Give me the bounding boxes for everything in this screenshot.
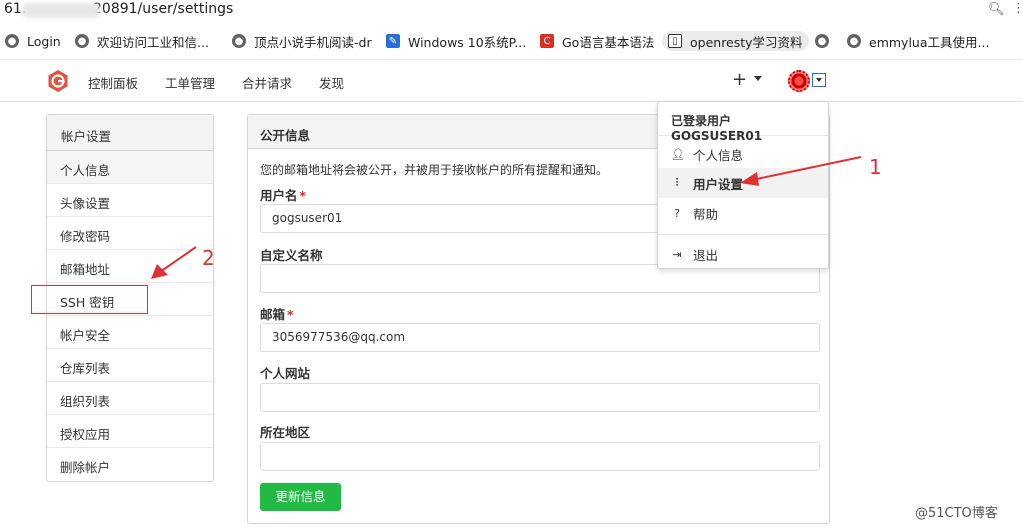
- email-input[interactable]: 3056977536@qq.com: [260, 323, 820, 352]
- bookmark-novel[interactable]: ● 顶点小说手机阅读-dr: [232, 31, 372, 51]
- nav-dashboard[interactable]: 控制面板: [88, 73, 138, 92]
- user-dropdown-menu: 已登录用户 GOGSUSER01 👤︎ 个人信息 ⫶ 用户设置 ? 帮助 ⇥ 退…: [657, 101, 829, 269]
- more-icon[interactable]: ⋮: [1012, 1, 1023, 16]
- website-input[interactable]: [260, 383, 820, 412]
- sign-out-icon: ⇥: [672, 247, 682, 261]
- username-label: 用户名 *: [260, 188, 307, 203]
- help-icon: ?: [674, 206, 680, 220]
- annotation-highlight-box: [31, 285, 148, 314]
- email-notice: 您的邮箱地址将会被公开，并被用于接收帐户的所有提醒和通知。: [260, 163, 609, 177]
- bookmark-emmylua[interactable]: ● emmylua工具使用...: [847, 31, 989, 51]
- sidebar-item-profile[interactable]: 个人信息: [47, 151, 213, 184]
- fullname-label: 自定义名称: [260, 248, 323, 263]
- sliders-icon: ⫶: [675, 176, 679, 189]
- sidebar-item-security[interactable]: 帐户安全: [47, 316, 213, 349]
- signed-in-header: 已登录用户 GOGSUSER01: [658, 102, 828, 143]
- nav-issues[interactable]: 工单管理: [165, 73, 215, 92]
- sidebar-item-repositories[interactable]: 仓库列表: [47, 349, 213, 382]
- sidebar-item-delete[interactable]: 删除帐户: [47, 448, 213, 481]
- sidebar-item-email[interactable]: 邮箱地址: [47, 250, 213, 283]
- menu-item-signout[interactable]: ⇥ 退出: [658, 239, 828, 269]
- plus-icon[interactable]: +: [732, 69, 747, 90]
- bookmark-login[interactable]: ● Login: [5, 31, 61, 51]
- sidebar-item-organizations[interactable]: 组织列表: [47, 382, 213, 415]
- globe-icon: ●: [815, 34, 829, 48]
- gogs-logo-icon[interactable]: [46, 69, 70, 93]
- menu-item-help[interactable]: ? 帮助: [658, 198, 828, 228]
- menu-item-settings[interactable]: ⫶ 用户设置: [658, 168, 828, 198]
- menu-divider: [658, 234, 828, 235]
- avatar[interactable]: [788, 70, 810, 92]
- chevron-down-icon[interactable]: [754, 76, 762, 81]
- location-input[interactable]: [260, 442, 820, 471]
- globe-icon: ●: [847, 34, 861, 48]
- email-label: 邮箱 *: [260, 307, 294, 322]
- required-mark: *: [299, 188, 307, 203]
- address-bar[interactable]: 61. 20891/user/settings 🔍︎ ⋮: [0, 0, 1023, 22]
- location-label: 所在地区: [260, 425, 311, 440]
- annotation-number-2: 2: [202, 246, 215, 270]
- user-icon: 👤︎: [671, 147, 685, 161]
- user-menu-toggle[interactable]: [812, 73, 826, 87]
- bookmark-miit[interactable]: ● 欢迎访问工业和信...: [75, 31, 209, 51]
- menu-item-profile[interactable]: 👤︎ 个人信息: [658, 139, 828, 169]
- update-profile-button[interactable]: 更新信息: [260, 483, 341, 511]
- globe-icon: ●: [232, 34, 246, 48]
- sidebar-item-avatar[interactable]: 头像设置: [47, 184, 213, 217]
- bookmark-globe[interactable]: ●: [815, 31, 837, 51]
- c-icon: C: [540, 34, 554, 48]
- sidebar-item-password[interactable]: 修改密码: [47, 217, 213, 250]
- globe-icon: ●: [75, 34, 89, 48]
- bookmark-golang[interactable]: C Go语言基本语法: [540, 31, 654, 51]
- required-mark: *: [287, 307, 294, 322]
- pen-icon: ✎: [386, 34, 400, 48]
- annotation-number-1: 1: [869, 155, 882, 179]
- bookmarks-bar: ● Login ● 欢迎访问工业和信... ● 顶点小说手机阅读-dr ✎ Wi…: [0, 22, 1023, 60]
- website-label: 个人网站: [260, 366, 311, 381]
- zoom-icon[interactable]: 🔍︎: [988, 2, 1005, 17]
- nav-pulls[interactable]: 合并请求: [242, 73, 292, 92]
- sidebar-item-applications[interactable]: 授权应用: [47, 415, 213, 448]
- globe-icon: ●: [5, 34, 19, 48]
- book-icon: ▯: [668, 34, 682, 48]
- watermark: @51CTO博客: [915, 506, 998, 521]
- bookmark-openresty[interactable]: ▯ openresty学习资料: [662, 31, 809, 51]
- bookmark-windows[interactable]: ✎ Windows 10系统P...: [386, 31, 526, 51]
- site-nav: 控制面板 工单管理 合并请求 发现 +: [0, 60, 1023, 102]
- redacted-host: [22, 3, 100, 18]
- sidebar-title: 帐户设置: [47, 115, 213, 151]
- nav-explore[interactable]: 发现: [319, 73, 344, 92]
